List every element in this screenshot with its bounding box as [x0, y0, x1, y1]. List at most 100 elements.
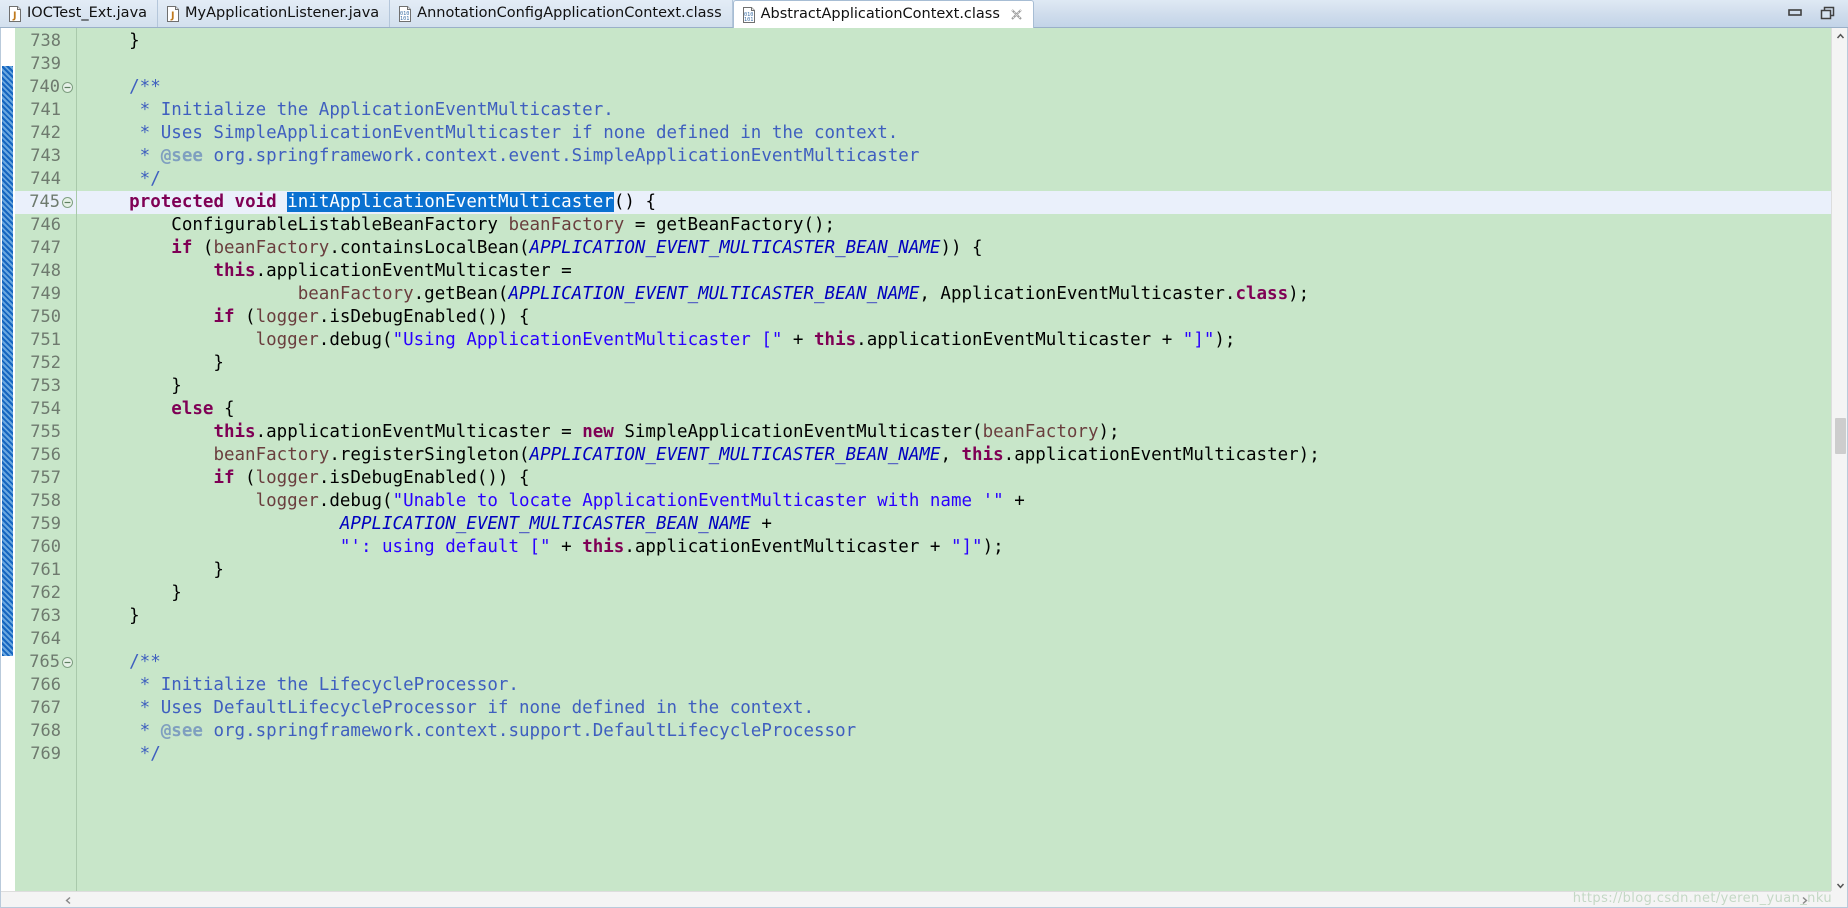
- line-number: 763: [30, 606, 61, 626]
- editor-tab-3[interactable]: 010 101 AbstractApplicationContext.class: [732, 0, 1034, 28]
- code-line-765[interactable]: /**: [77, 651, 1831, 674]
- code-line-747[interactable]: if (beanFactory.containsLocalBean(APPLIC…: [77, 237, 1831, 260]
- line-number: 744: [30, 169, 61, 189]
- svg-text:101: 101: [400, 16, 409, 22]
- code-line-748[interactable]: this.applicationEventMulticaster =: [77, 260, 1831, 283]
- code-line-757[interactable]: if (logger.isDebugEnabled()) {: [77, 467, 1831, 490]
- code-line-745[interactable]: protected void initApplicationEventMulti…: [77, 191, 1831, 214]
- code-line-763[interactable]: }: [77, 605, 1831, 628]
- gutter-line-760[interactable]: 760: [15, 536, 76, 559]
- code-token: * Uses SimpleApplicationEventMulticaster…: [87, 123, 899, 143]
- code-line-740[interactable]: /**: [77, 76, 1831, 99]
- gutter-line-745[interactable]: 745: [15, 191, 76, 214]
- code-line-754[interactable]: else {: [77, 398, 1831, 421]
- fold-collapse-icon[interactable]: [60, 656, 74, 669]
- gutter-line-761[interactable]: 761: [15, 559, 76, 582]
- code-token: beanFactory: [213, 238, 330, 258]
- gutter-line-765[interactable]: 765: [15, 651, 76, 674]
- line-number-gutter[interactable]: 738 739 740 741 742 743 744 745 746 747 748 749 750 7…: [15, 28, 77, 894]
- gutter-line-744[interactable]: 744: [15, 168, 76, 191]
- gutter-line-752[interactable]: 752: [15, 352, 76, 375]
- gutter-line-758[interactable]: 758: [15, 490, 76, 513]
- restore-icon[interactable]: [1820, 5, 1836, 20]
- gutter-line-751[interactable]: 751: [15, 329, 76, 352]
- gutter-line-743[interactable]: 743: [15, 145, 76, 168]
- code-token: beanFactory: [213, 445, 330, 465]
- code-token: */: [87, 169, 161, 189]
- line-number: 755: [30, 422, 61, 442]
- gutter-line-766[interactable]: 766: [15, 674, 76, 697]
- vertical-scrollbar[interactable]: [1831, 28, 1848, 894]
- code-line-751[interactable]: logger.debug("Using ApplicationEventMult…: [77, 329, 1831, 352]
- gutter-line-759[interactable]: 759: [15, 513, 76, 536]
- line-number: 765: [29, 652, 60, 672]
- gutter-line-768[interactable]: 768: [15, 720, 76, 743]
- line-number: 742: [30, 123, 61, 143]
- code-line-756[interactable]: beanFactory.registerSingleton(APPLICATIO…: [77, 444, 1831, 467]
- code-token: else: [171, 399, 214, 419]
- code-line-764[interactable]: [77, 628, 1831, 651]
- fold-collapse-icon[interactable]: [60, 196, 74, 209]
- scroll-up-icon[interactable]: [1832, 28, 1848, 45]
- gutter-line-738[interactable]: 738: [15, 30, 76, 53]
- code-line-738[interactable]: }: [77, 30, 1831, 53]
- code-line-743[interactable]: * @see org.springframework.context.event…: [77, 145, 1831, 168]
- code-line-766[interactable]: * Initialize the LifecycleProcessor.: [77, 674, 1831, 697]
- gutter-line-762[interactable]: 762: [15, 582, 76, 605]
- code-line-760[interactable]: "': using default [" + this.applicationE…: [77, 536, 1831, 559]
- gutter-line-769[interactable]: 769: [15, 743, 76, 766]
- gutter-line-764[interactable]: 764: [15, 628, 76, 651]
- code-line-746[interactable]: ConfigurableListableBeanFactory beanFact…: [77, 214, 1831, 237]
- gutter-line-746[interactable]: 746: [15, 214, 76, 237]
- code-line-742[interactable]: * Uses SimpleApplicationEventMulticaster…: [77, 122, 1831, 145]
- editor-tab-1[interactable]: J MyApplicationListener.java: [158, 0, 391, 27]
- code-line-758[interactable]: logger.debug("Unable to locate Applicati…: [77, 490, 1831, 513]
- code-line-767[interactable]: * Uses DefaultLifecycleProcessor if none…: [77, 697, 1831, 720]
- gutter-line-742[interactable]: 742: [15, 122, 76, 145]
- code-token: .applicationEventMulticaster +: [856, 330, 1183, 350]
- editor-viewport[interactable]: 738 739 740 741 742 743 744 745 746 747 748 749 750 7…: [0, 28, 1831, 894]
- code-line-762[interactable]: }: [77, 582, 1831, 605]
- line-number: 741: [30, 100, 61, 120]
- code-text-area[interactable]: } /** * Initialize the ApplicationEventM…: [77, 28, 1831, 894]
- gutter-line-763[interactable]: 763: [15, 605, 76, 628]
- editor-tab-0[interactable]: J IOCTest_Ext.java: [0, 0, 159, 27]
- code-line-744[interactable]: */: [77, 168, 1831, 191]
- code-line-739[interactable]: [77, 53, 1831, 76]
- code-line-769[interactable]: */: [77, 743, 1831, 766]
- gutter-line-739[interactable]: 739: [15, 53, 76, 76]
- gutter-line-755[interactable]: 755: [15, 421, 76, 444]
- scroll-left-icon[interactable]: [60, 892, 77, 908]
- code-line-749[interactable]: beanFactory.getBean(APPLICATION_EVENT_MU…: [77, 283, 1831, 306]
- gutter-line-753[interactable]: 753: [15, 375, 76, 398]
- code-line-768[interactable]: * @see org.springframework.context.suppo…: [77, 720, 1831, 743]
- line-number: 768: [30, 721, 61, 741]
- gutter-line-741[interactable]: 741: [15, 99, 76, 122]
- minimize-icon[interactable]: [1787, 5, 1803, 19]
- gutter-line-767[interactable]: 767: [15, 697, 76, 720]
- gutter-line-749[interactable]: 749: [15, 283, 76, 306]
- vertical-scrollbar-thumb[interactable]: [1835, 418, 1846, 454]
- gutter-line-740[interactable]: 740: [15, 76, 76, 99]
- gutter-line-756[interactable]: 756: [15, 444, 76, 467]
- code-token: @see: [160, 721, 203, 741]
- gutter-line-748[interactable]: 748: [15, 260, 76, 283]
- code-line-759[interactable]: APPLICATION_EVENT_MULTICASTER_BEAN_NAME …: [77, 513, 1831, 536]
- code-line-750[interactable]: if (logger.isDebugEnabled()) {: [77, 306, 1831, 329]
- gutter-line-747[interactable]: 747: [15, 237, 76, 260]
- gutter-line-757[interactable]: 757: [15, 467, 76, 490]
- editor-tab-label: AbstractApplicationContext.class: [760, 6, 1000, 23]
- code-line-753[interactable]: }: [77, 375, 1831, 398]
- editor-tab-2[interactable]: 010 101 AnnotationConfigApplicationContext…: [390, 0, 733, 27]
- code-line-761[interactable]: }: [77, 559, 1831, 582]
- gutter-line-754[interactable]: 754: [15, 398, 76, 421]
- code-line-755[interactable]: this.applicationEventMulticaster = new S…: [77, 421, 1831, 444]
- fold-collapse-icon[interactable]: [60, 81, 74, 94]
- code-editor[interactable]: 738 739 740 741 742 743 744 745 746 747 748 749 750 7…: [0, 28, 1848, 908]
- code-line-752[interactable]: }: [77, 352, 1831, 375]
- horizontal-scrollbar[interactable]: [0, 891, 1831, 908]
- gutter-line-750[interactable]: 750: [15, 306, 76, 329]
- code-line-741[interactable]: * Initialize the ApplicationEventMultica…: [77, 99, 1831, 122]
- close-icon[interactable]: [1005, 8, 1023, 21]
